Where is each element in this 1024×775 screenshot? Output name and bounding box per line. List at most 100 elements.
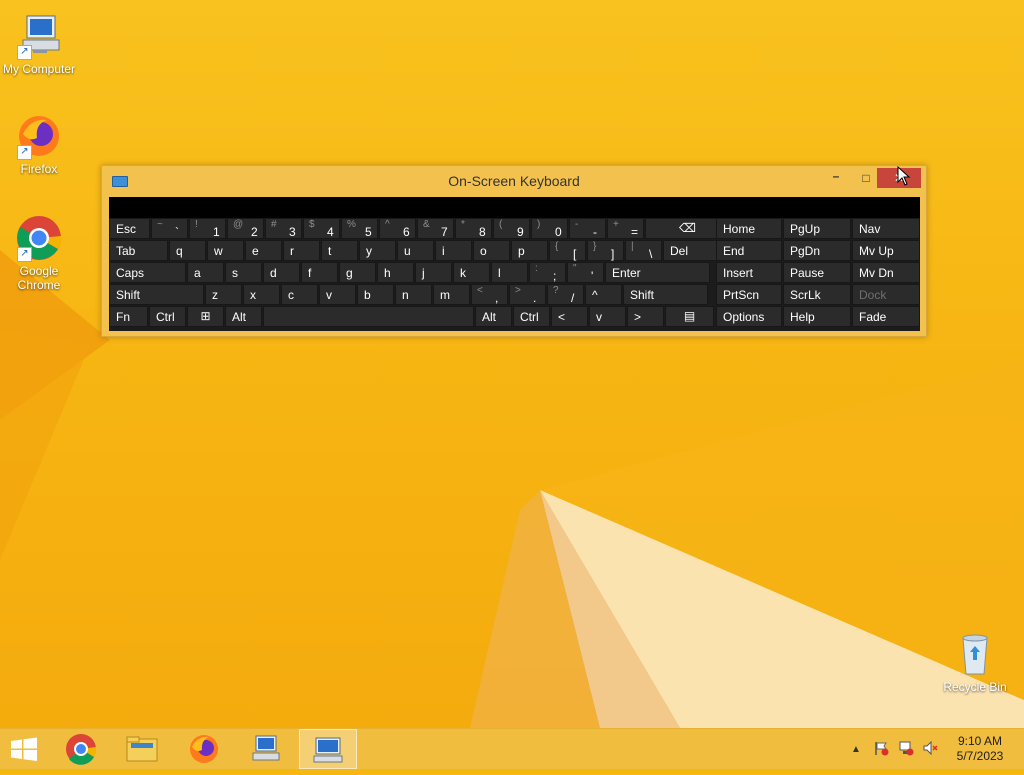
show-hidden-icons-button[interactable]: ▲ [851,741,861,755]
key-y[interactable]: y [359,240,396,261]
key-scrlk[interactable]: ScrLk [783,284,851,305]
key-v[interactable]: v [319,284,356,305]
key-l[interactable]: l [491,262,528,283]
key-o[interactable]: o [473,240,510,261]
key-i[interactable]: i [435,240,472,261]
key-ctrl[interactable]: Ctrl [513,306,550,327]
key-help[interactable]: Help [783,306,851,327]
clock[interactable]: 9:10 AM 5/7/2023 [950,734,1010,764]
key-t[interactable]: t [321,240,358,261]
key-tab[interactable]: Tab [109,240,168,261]
desktop-icon-my-computer[interactable]: ↗ My Computer [1,12,77,76]
key-shift-label: + [613,219,619,230]
desktop-icon-recycle-bin[interactable]: Recycle Bin [937,630,1013,694]
taskbar-firefox-button[interactable] [175,729,233,769]
key-z[interactable]: z [205,284,242,305]
key-s[interactable]: s [225,262,262,283]
title-bar[interactable]: On-Screen Keyboard – □ ✕ [102,166,926,196]
key-v[interactable]: v [589,306,626,327]
key-fn[interactable]: Fn [109,306,148,327]
key-6[interactable]: ^ 6 [379,218,416,239]
key-symbol[interactable]: }] [587,240,624,261]
key-2[interactable]: @2 [227,218,264,239]
action-center-button[interactable] [873,740,889,759]
key-pause[interactable]: Pause [783,262,851,283]
key-4[interactable]: $4 [303,218,340,239]
taskbar-on-screen-keyboard-button[interactable] [299,729,357,769]
minimize-button[interactable]: – [824,168,848,188]
key-pgdn[interactable]: PgDn [783,240,851,261]
key-nav[interactable]: Nav [852,218,920,239]
key-symbol[interactable]: + = [607,218,644,239]
key-symbol[interactable]: " ' [567,262,604,283]
key-q[interactable]: q [169,240,206,261]
key-u[interactable]: u [397,240,434,261]
key-d[interactable]: d [263,262,300,283]
taskbar-file-explorer-button[interactable] [113,729,171,769]
key-esc[interactable]: Esc [109,218,150,239]
key-menu[interactable]: ▤ [665,306,714,327]
key-w[interactable]: w [207,240,244,261]
key-symbol[interactable]: <, [471,284,508,305]
volume-button[interactable] [922,740,938,759]
key-symbol[interactable]: >. [509,284,546,305]
key-c[interactable]: c [281,284,318,305]
key-b[interactable]: b [357,284,394,305]
key-symbol[interactable]: | \ [625,240,662,261]
key-mv-up[interactable]: Mv Up [852,240,920,261]
key-x[interactable]: x [243,284,280,305]
key-prtscn[interactable]: PrtScn [716,284,782,305]
taskbar-chrome-button[interactable] [52,729,110,769]
key-symbol[interactable]: ~ ` [151,218,188,239]
key-alt[interactable]: Alt [225,306,262,327]
key-options[interactable]: Options [716,306,782,327]
key-0[interactable]: ) 0 [531,218,568,239]
key-shift[interactable]: Shift [623,284,708,305]
key-symbol[interactable]: :; [529,262,566,283]
key-symbol[interactable]: > [627,306,664,327]
key-e[interactable]: e [245,240,282,261]
key-mv-dn[interactable]: Mv Dn [852,262,920,283]
key-windows-logo[interactable]: ⊞ [187,306,224,327]
key-f[interactable]: f [301,262,338,283]
key-caps[interactable]: Caps [109,262,186,283]
key-9[interactable]: (9 [493,218,530,239]
key-n[interactable]: n [395,284,432,305]
key-1[interactable]: ! 1 [189,218,226,239]
key-shift[interactable]: Shift [109,284,204,305]
key-fade[interactable]: Fade [852,306,920,327]
key-7[interactable]: & 7 [417,218,454,239]
key-end[interactable]: End [716,240,782,261]
key-insert[interactable]: Insert [716,262,782,283]
key-symbol[interactable]: {[ [549,240,586,261]
desktop-icon-firefox[interactable]: ↗ Firefox [1,112,77,176]
key-k[interactable]: k [453,262,490,283]
key-a[interactable]: a [187,262,224,283]
key-symbol[interactable]: ? / [547,284,584,305]
key-label: = [631,225,639,239]
key-p[interactable]: p [511,240,548,261]
maximize-button[interactable]: □ [854,168,878,188]
network-button[interactable] [898,740,914,759]
key-symbol[interactable]: < [551,306,588,327]
key-j[interactable]: j [415,262,452,283]
on-screen-keyboard-window[interactable]: On-Screen Keyboard – □ ✕ Esc~`!1@2#3$4%5… [101,165,927,337]
key-space[interactable] [263,306,474,327]
key-alt[interactable]: Alt [475,306,512,327]
key-enter[interactable]: Enter [605,262,710,283]
desktop-icon-google-chrome[interactable]: ↗ Google Chrome [1,214,77,292]
key-m[interactable]: m [433,284,470,305]
start-button[interactable] [0,729,48,769]
taskbar-my-computer-button[interactable] [237,729,295,769]
key-g[interactable]: g [339,262,376,283]
key-home[interactable]: Home [716,218,782,239]
key-r[interactable]: r [283,240,320,261]
key-h[interactable]: h [377,262,414,283]
key-8[interactable]: * 8 [455,218,492,239]
key-symbol[interactable]: -- [569,218,606,239]
key-5[interactable]: % 5 [341,218,378,239]
key-3[interactable]: #3 [265,218,302,239]
key-symbol[interactable]: ^ [585,284,622,305]
key-pgup[interactable]: PgUp [783,218,851,239]
key-ctrl[interactable]: Ctrl [149,306,186,327]
